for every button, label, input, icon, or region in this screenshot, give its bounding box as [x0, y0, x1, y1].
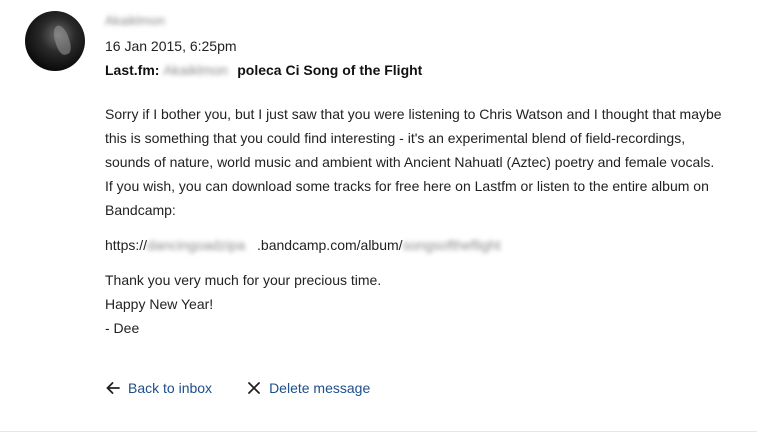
album-link[interactable]: https://dancingoadzipa .bandcamp.com/albu… [105, 233, 725, 257]
delete-message-label: Delete message [269, 380, 371, 396]
message-actions: Back to inbox Delete message [105, 378, 370, 398]
sender-name[interactable]: Akaiklmon [105, 14, 165, 28]
message-timestamp: 16 Jan 2015, 6:25pm [105, 38, 237, 54]
subject-prefix: Last.fm: [105, 62, 160, 78]
closing-signature: - Dee [105, 320, 140, 336]
message-subject: Last.fm: Akaiklmon poleca Ci Song of the… [105, 61, 422, 79]
back-to-inbox-label: Back to inbox [128, 380, 213, 396]
body-paragraph: Sorry if I bother you, but I just saw th… [105, 106, 722, 218]
divider [0, 431, 757, 432]
closing-thanks: Thank you very much for your precious ti… [105, 272, 382, 288]
close-icon [246, 380, 262, 396]
delete-message-button[interactable]: Delete message [246, 378, 370, 398]
sender-avatar[interactable] [25, 11, 85, 71]
url-prefix: https:// [105, 237, 148, 253]
url-host-redacted: dancingoadzipa [147, 237, 246, 253]
url-path-redacted: songsoftheflight [402, 237, 501, 253]
back-to-inbox-button[interactable]: Back to inbox [105, 378, 212, 398]
closing-greeting: Happy New Year! [105, 296, 214, 312]
subject-suffix: poleca Ci Song of the Flight [237, 62, 423, 78]
subject-sender-redacted: Akaiklmon [163, 62, 228, 78]
arrow-left-icon [105, 380, 121, 396]
message-body: Sorry if I bother you, but I just saw th… [105, 102, 725, 351]
closing-block: Thank you very much for your precious ti… [105, 268, 725, 340]
url-middle: .bandcamp.com/album/ [257, 237, 403, 253]
message-view: Akaiklmon 16 Jan 2015, 6:25pm Last.fm: A… [0, 0, 757, 437]
